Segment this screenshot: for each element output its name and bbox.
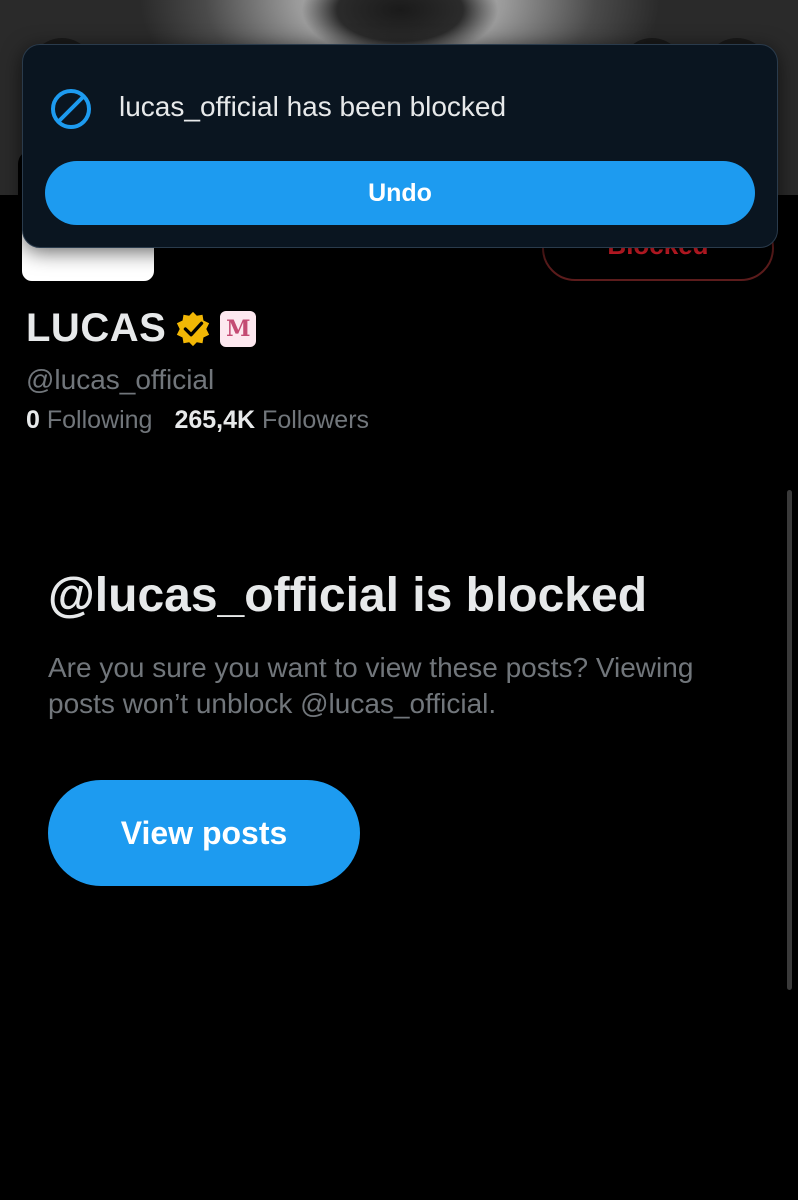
block-icon <box>51 89 91 129</box>
toast-message: lucas_official has been blocked <box>119 91 507 122</box>
followers-count: 265,4K <box>174 406 256 434</box>
affiliate-badge-icon[interactable]: M <box>220 310 257 347</box>
followers-link[interactable]: 265,4K Followers <box>174 406 369 435</box>
undo-button[interactable]: Undo <box>45 161 755 225</box>
view-posts-button[interactable]: View posts <box>48 780 360 886</box>
name-row: LUCAS M <box>26 306 257 351</box>
blocked-toast: lucas_official has been blocked Undo <box>22 44 778 248</box>
blocked-notice-description: Are you sure you want to view these post… <box>48 652 694 719</box>
verified-badge-icon[interactable] <box>174 310 212 348</box>
profile-handle: @lucas_official <box>26 364 215 395</box>
profile-screen: Blocked lucas_official has been blocked … <box>0 0 798 1200</box>
follow-stats: 0 Following 265,4K Followers <box>26 406 369 435</box>
followers-label: Followers <box>262 406 370 434</box>
following-count: 0 <box>26 406 40 434</box>
display-name: LUCAS <box>26 306 167 350</box>
scrollbar[interactable] <box>787 490 792 990</box>
following-link[interactable]: 0 Following <box>26 406 152 435</box>
blocked-notice-title: @lucas_official is blocked <box>48 569 648 622</box>
following-label: Following <box>46 406 153 434</box>
affiliate-badge-glyph: M <box>226 315 251 342</box>
